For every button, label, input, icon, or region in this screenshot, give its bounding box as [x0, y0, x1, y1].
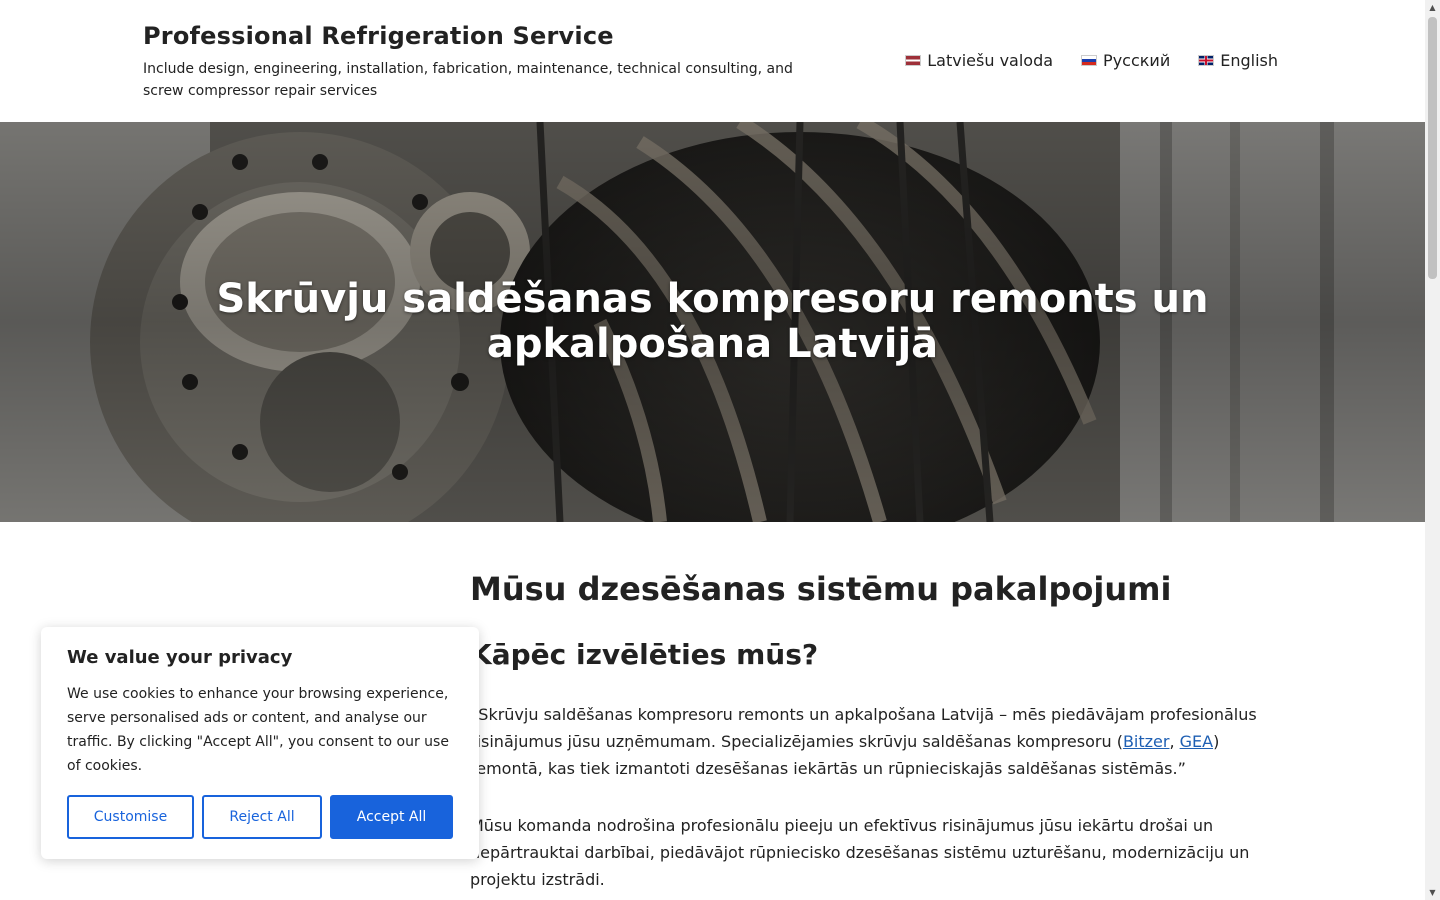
- cookie-consent-banner: We value your privacy We use cookies to …: [41, 627, 479, 859]
- language-label: Русский: [1103, 51, 1171, 70]
- why-us-heading: Kāpēc izvēlēties mūs?: [470, 638, 819, 671]
- cookie-actions: Customise Reject All Accept All: [67, 795, 453, 839]
- services-heading: Mūsu dzesēšanas sistēmu pakalpojumi: [470, 570, 1172, 608]
- site-title[interactable]: Professional Refrigeration Service: [143, 22, 843, 50]
- site-branding: Professional Refrigeration Service Inclu…: [143, 22, 843, 102]
- language-label: Latviešu valoda: [927, 51, 1054, 70]
- cookie-title: We value your privacy: [67, 647, 293, 668]
- bitzer-link[interactable]: Bitzer: [1123, 732, 1170, 751]
- intro-paragraph: “Skrūvju saldēšanas kompresoru remonts u…: [470, 701, 1280, 782]
- link-separator: ,: [1169, 732, 1180, 751]
- language-english[interactable]: English: [1198, 51, 1278, 70]
- page-scrollbar[interactable]: ▲ ▼: [1425, 0, 1440, 900]
- gea-link[interactable]: GEA: [1180, 732, 1213, 751]
- site-description: Include design, engineering, installatio…: [143, 61, 793, 99]
- cookie-description: We use cookies to enhance your browsing …: [67, 686, 449, 774]
- scroll-up-arrow-icon[interactable]: ▲: [1425, 0, 1440, 15]
- scroll-down-arrow-icon[interactable]: ▼: [1425, 885, 1440, 900]
- accept-all-button[interactable]: Accept All: [330, 795, 453, 839]
- team-paragraph: Mūsu komanda nodrošina profesionālu piee…: [470, 816, 1250, 889]
- hero-banner: Skrūvju saldēšanas kompresoru remonts un…: [0, 122, 1425, 522]
- language-latvian[interactable]: Latviešu valoda: [905, 51, 1053, 70]
- site-header: Professional Refrigeration Service Inclu…: [0, 0, 1425, 122]
- flag-uk-icon: [1198, 55, 1215, 66]
- customise-button[interactable]: Customise: [67, 795, 194, 839]
- language-switcher: Latviešu valoda Русский English: [905, 51, 1278, 70]
- main-content: Mūsu dzesēšanas sistēmu pakalpojumi Kāpē…: [470, 570, 1280, 893]
- language-label: English: [1220, 51, 1278, 70]
- reject-all-button[interactable]: Reject All: [202, 795, 322, 839]
- scrollbar-thumb[interactable]: [1428, 17, 1437, 279]
- flag-latvia-icon: [905, 55, 922, 66]
- hero-title: Skrūvju saldēšanas kompresoru remonts un…: [216, 276, 1209, 367]
- flag-russia-icon: [1081, 55, 1098, 66]
- language-russian[interactable]: Русский: [1081, 51, 1170, 70]
